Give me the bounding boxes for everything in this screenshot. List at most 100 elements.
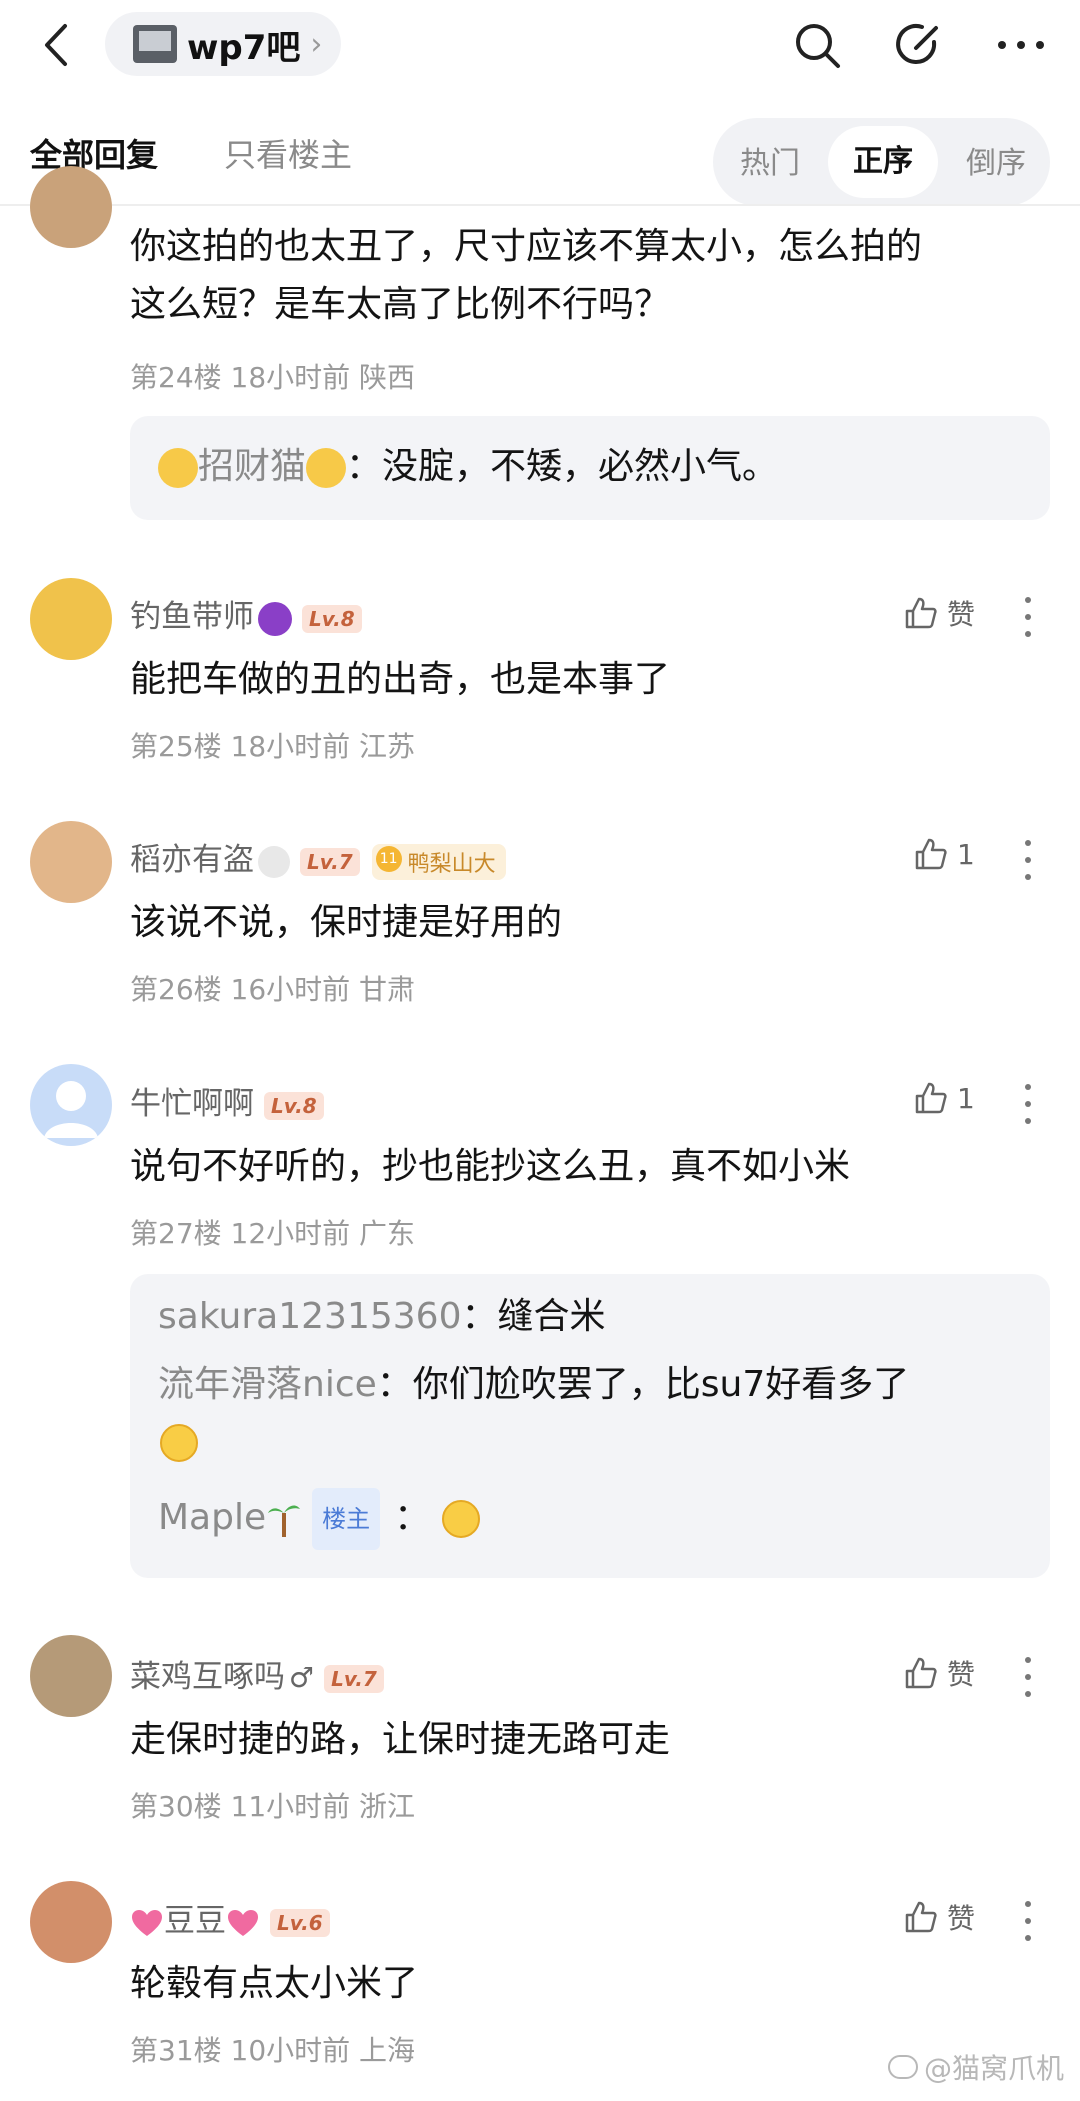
more-dots-icon [998, 41, 1044, 49]
comment-text: 走保时捷的路，让保时捷无路可走 [130, 1719, 671, 1760]
sort-hot[interactable]: 热门 [740, 138, 800, 182]
like-button[interactable]: 赞 [903, 1653, 975, 1693]
comment-meta: 第25楼 18小时前 江苏 [130, 730, 416, 763]
like-label: 赞 [947, 1902, 976, 1935]
forum-logo [133, 25, 177, 63]
comment-meta: 第31楼 10小时前 上海 [130, 2034, 416, 2067]
more-menu-button[interactable] [992, 16, 1050, 74]
comment-text-line: 这么短？是车太高了比例不行吗？ [130, 284, 671, 325]
smirk-emoji-icon [160, 1424, 198, 1462]
edit-icon [896, 24, 938, 64]
username-text: 钓鱼带师 [130, 599, 254, 635]
reply-text: ：你们尬吹罢了，比su7好看多了 [376, 1364, 910, 1405]
username-text: 牛忙啊啊 [130, 1086, 254, 1122]
comment-username[interactable]: 钓鱼带师 Lv.8 [130, 591, 362, 636]
comment-meta: 第27楼 12小时前 广东 [130, 1217, 416, 1250]
avatar[interactable] [30, 821, 112, 903]
sort-segmented-control: 热门 正序 倒序 [713, 118, 1050, 206]
comment-username[interactable]: 菜鸡互啄吗 ♂ Lv.7 [130, 1651, 384, 1696]
comment-text: 说句不好听的，抄也能抄这么丑，真不如小米 [130, 1146, 851, 1187]
reply-line: 招财猫 ：没腚，不矮，必然小气。 [158, 438, 778, 496]
smile-emoji-icon [442, 1500, 481, 1538]
sort-descending[interactable]: 倒序 [966, 138, 1026, 182]
reply-line: 流年滑落nice：你们尬吹罢了，比su7好看多了 [158, 1356, 1028, 1414]
like-button[interactable]: 1 [913, 836, 975, 872]
comment-meta: 第30楼 11小时前 浙江 [130, 1790, 416, 1823]
like-button[interactable]: 赞 [903, 1897, 975, 1937]
thumbs-up-icon [905, 1657, 937, 1689]
reply-username[interactable]: 流年滑落nice [158, 1364, 377, 1405]
level-badge: Lv.8 [302, 604, 362, 633]
back-button[interactable] [36, 18, 76, 72]
chevron-right-icon: › [310, 26, 323, 62]
filter-bar: 全部回复 只看楼主 热门 正序 倒序 [0, 110, 1080, 206]
like-count: 1 [957, 837, 975, 871]
more-options-button[interactable] [1018, 1084, 1038, 1124]
top-bar: wp7吧 › [0, 0, 1080, 90]
reply-text: ：缝合米 [461, 1296, 606, 1337]
like-label: 赞 [947, 598, 976, 631]
level-badge: Lv.7 [300, 847, 360, 876]
comment-text: 轮毂有点太小米了 [130, 1963, 419, 2004]
host-tag: 楼主 [312, 1488, 381, 1550]
more-options-button[interactable] [1018, 840, 1038, 880]
forum-entry-button[interactable]: wp7吧 › [105, 12, 341, 76]
like-button[interactable]: 1 [913, 1080, 975, 1116]
avatar[interactable] [30, 1064, 112, 1146]
comment-text: 该说不说，保时捷是好用的 [130, 902, 563, 943]
avatar[interactable] [30, 166, 112, 248]
thumbs-up-icon [915, 1082, 947, 1114]
weibo-icon [887, 2055, 918, 2079]
comment-username[interactable]: 豆豆 Lv.6 [130, 1895, 330, 1940]
like-button[interactable]: 赞 [903, 593, 975, 633]
like-count: 1 [957, 1081, 975, 1115]
more-options-button[interactable] [1018, 1657, 1038, 1697]
comment-text-line: 你这拍的也太丑了，尺寸应该不算太小，怎么拍的 [130, 226, 923, 267]
thumbs-up-icon [905, 597, 937, 629]
avatar[interactable] [30, 1635, 112, 1717]
comment-meta: 第24楼 18小时前 陕西 [130, 361, 416, 394]
reply-box[interactable]: sakura12315360：缝合米 流年滑落nice：你们尬吹罢了，比su7好… [130, 1274, 1050, 1578]
search-icon [796, 24, 840, 68]
username-text: 豆豆 [164, 1903, 226, 1939]
back-arrow-icon [45, 24, 67, 66]
comment-text: 能把车做的丑的出奇，也是本事了 [130, 659, 671, 700]
divider [0, 204, 1080, 206]
cat-emoji-icon [158, 448, 198, 488]
avatar[interactable] [30, 1881, 112, 1963]
reply-text: ： [394, 1497, 431, 1538]
level-badge: Lv.6 [270, 1908, 330, 1937]
avatar[interactable] [30, 578, 112, 660]
tab-only-op[interactable]: 只看楼主 [224, 130, 352, 176]
reply-username[interactable]: Maple [158, 1497, 266, 1538]
comment-meta: 第26楼 16小时前 甘肃 [130, 973, 416, 1006]
reply-text: ：没腚，不矮，必然小气。 [346, 446, 779, 487]
reply-line: Maple 楼主 ： [158, 1488, 481, 1550]
write-post-button[interactable] [890, 16, 948, 74]
like-label: 赞 [947, 1658, 976, 1691]
thumbs-up-icon [915, 838, 947, 870]
comment-username[interactable]: 稻亦有盗 Lv.7 鸭梨山大 [130, 834, 506, 880]
username-text: 稻亦有盗 [130, 842, 254, 878]
more-options-button[interactable] [1018, 597, 1038, 637]
cat-emoji-icon [306, 448, 347, 488]
reply-username[interactable]: 招财猫 [198, 446, 306, 487]
username-text: 菜鸡互啄吗 [130, 1659, 285, 1695]
heart-emoji-icon [130, 1908, 164, 1938]
devil-emoji-icon [258, 601, 292, 636]
reply-username[interactable]: sakura12315360 [158, 1296, 461, 1337]
level-badge: Lv.8 [264, 1091, 324, 1120]
comment-username[interactable]: 牛忙啊啊 Lv.8 [130, 1078, 324, 1123]
watermark: @猫窝爪机 [887, 2047, 1064, 2087]
sort-ascending[interactable]: 正序 [828, 126, 938, 198]
level-badge: Lv.7 [324, 1664, 384, 1693]
default-avatar-icon [44, 1081, 98, 1138]
tab-all-replies[interactable]: 全部回复 [30, 130, 158, 176]
more-options-button[interactable] [1018, 1901, 1038, 1941]
thumbs-up-icon [905, 1901, 937, 1933]
comment-text: 你这拍的也太丑了，尺寸应该不算太小，怎么拍的 这么短？是车太高了比例不行吗？ [130, 218, 922, 334]
palm-tree-icon [266, 1499, 302, 1539]
reply-box[interactable]: 招财猫 ：没腚，不矮，必然小气。 [130, 416, 1050, 520]
forum-name: wp7吧 [187, 27, 301, 68]
search-button[interactable] [788, 16, 846, 74]
